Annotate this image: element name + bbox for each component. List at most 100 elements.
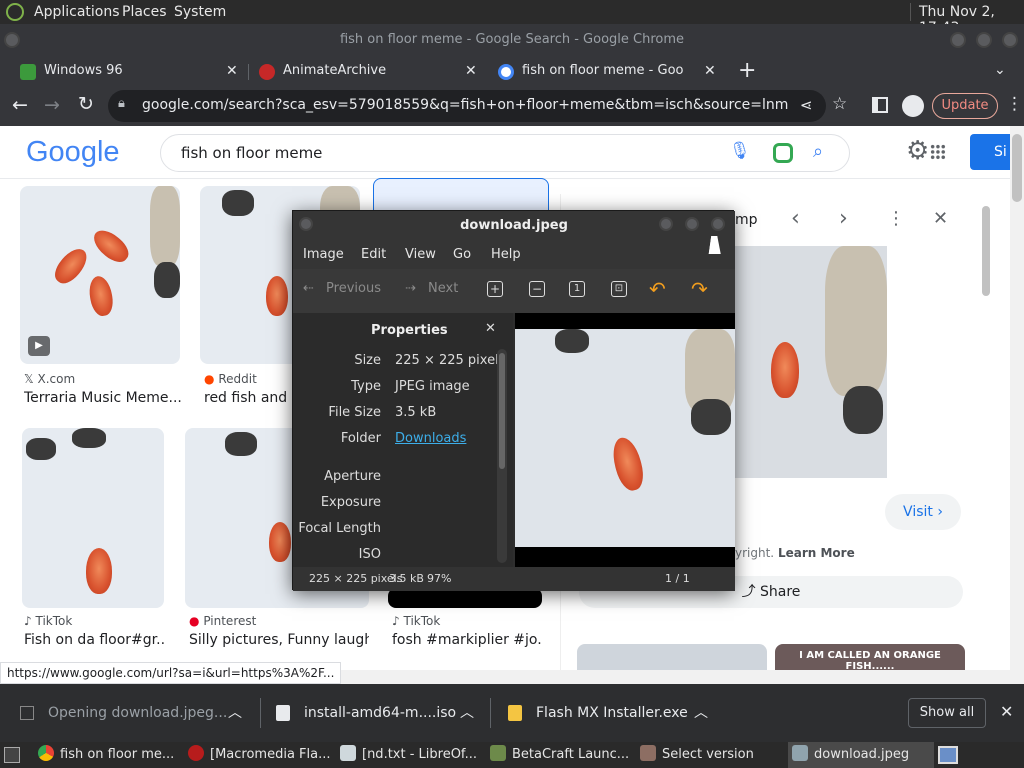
best-fit-icon[interactable]: ⊡	[611, 281, 627, 297]
task-chrome[interactable]: fish on floor me...	[38, 742, 178, 768]
sign-in-button[interactable]: Si	[970, 134, 1010, 170]
panel-scrollbar-thumb[interactable]	[982, 206, 990, 296]
previous-button[interactable]: ⇠ Previous	[303, 281, 381, 296]
workspace-switcher[interactable]	[938, 746, 958, 764]
menu-edit[interactable]: Edit	[361, 247, 386, 262]
menu-applications[interactable]: Applications	[34, 4, 120, 20]
menu-image[interactable]: Image	[303, 247, 344, 262]
result-title[interactable]: Fish on da floor#gr...	[24, 632, 164, 648]
result-title[interactable]: fosh #markiplier #jo...	[392, 632, 542, 648]
menu-view[interactable]: View	[405, 247, 436, 262]
zoom-in-icon[interactable]: +	[487, 281, 503, 297]
bookmark-star-icon[interactable]: ☆	[832, 94, 847, 114]
next-button[interactable]: ⇢ Next	[405, 281, 458, 296]
reload-icon[interactable]: ↻	[78, 93, 94, 115]
chevron-up-icon[interactable]: ︿	[228, 684, 242, 742]
result-thumbnail[interactable]	[388, 588, 542, 608]
viewer-close-button[interactable]	[711, 217, 725, 231]
rotate-left-icon[interactable]: ↶	[649, 277, 666, 301]
close-window-button[interactable]	[1002, 32, 1018, 48]
preview-image[interactable]	[735, 246, 887, 478]
task-select-version[interactable]: Select version	[640, 742, 780, 768]
tab-google-search[interactable]: fish on floor meme - Google S ✕	[490, 56, 726, 86]
tab-search-chevron-icon[interactable]: ⌄	[994, 62, 1006, 78]
search-icon[interactable]: ⌕	[813, 141, 823, 162]
page-scrollbar-track[interactable]	[1010, 126, 1024, 684]
close-tab-icon[interactable]: ✕	[704, 56, 716, 86]
url-text[interactable]: google.com/search?sca_esv=579018559&q=fi…	[142, 97, 788, 113]
update-button[interactable]: Update	[932, 93, 998, 119]
download-item[interactable]: install-amd64-m....iso ︿	[276, 684, 490, 742]
chevron-up-icon[interactable]: ︿	[460, 684, 474, 742]
minimize-button[interactable]	[950, 32, 966, 48]
video-play-icon: ▶	[28, 336, 50, 356]
image-canvas[interactable]	[515, 313, 735, 567]
settings-gear-icon[interactable]: ⚙︎	[906, 136, 929, 166]
viewer-maximize-button[interactable]	[685, 217, 699, 231]
show-desktop-icon[interactable]	[4, 747, 20, 763]
page-scrollbar-thumb[interactable]	[1012, 134, 1022, 202]
property-key: ISO	[358, 547, 381, 562]
close-tab-icon[interactable]: ✕	[465, 56, 477, 86]
search-input[interactable]: fish on floor meme	[181, 144, 322, 162]
search-box[interactable]: fish on floor meme 🎙︎ ⌕	[160, 134, 850, 172]
menu-help[interactable]: Help	[491, 247, 521, 262]
more-menu-icon[interactable]: ⋮	[1006, 94, 1023, 114]
visit-button[interactable]: Visit ›	[885, 494, 961, 530]
more-options-icon[interactable]: ⋮	[887, 208, 905, 229]
chevron-up-icon[interactable]: ︿	[694, 684, 708, 742]
learn-more-link[interactable]: Learn More	[778, 546, 855, 560]
result-thumbnail[interactable]	[22, 428, 164, 608]
menu-system[interactable]: System	[174, 4, 226, 20]
apps-grid-icon[interactable]	[930, 144, 946, 160]
zoom-out-icon[interactable]: −	[529, 281, 545, 297]
google-logo[interactable]: Google	[26, 136, 120, 169]
maximize-button[interactable]	[976, 32, 992, 48]
result-source[interactable]: ♪ TikTok	[24, 614, 72, 628]
result-title[interactable]: Silly pictures, Funny laugh...	[189, 632, 369, 648]
normal-size-icon[interactable]: 1	[569, 281, 585, 297]
close-properties-icon[interactable]: ✕	[485, 321, 496, 336]
viewer-minimize-button[interactable]	[659, 217, 673, 231]
download-item[interactable]: Flash MX Installer.exe ︿	[508, 684, 728, 742]
microphone-icon[interactable]: 🎙︎	[729, 141, 751, 161]
tab-animatearchive[interactable]: AnimateArchive ✕	[259, 56, 481, 86]
menu-go[interactable]: Go	[453, 247, 471, 262]
profile-avatar[interactable]	[902, 95, 924, 117]
google-lens-icon[interactable]	[773, 143, 793, 163]
download-item[interactable]: Opening download.jpeg... ︿	[20, 684, 260, 742]
window-menu-button[interactable]	[4, 32, 20, 48]
share-icon[interactable]: ⋖	[800, 96, 813, 114]
result-thumbnail[interactable]: ▶	[20, 186, 180, 364]
side-panel-icon[interactable]	[872, 97, 888, 113]
folder-link[interactable]: Downloads	[395, 431, 466, 446]
top-panel: Applications Places System Thu Nov 2, 17…	[0, 0, 1024, 36]
back-icon[interactable]: ←	[12, 94, 28, 116]
result-source[interactable]: ● Reddit	[204, 372, 257, 386]
result-title[interactable]: red fish and b	[204, 390, 294, 406]
viewer-menu-button[interactable]	[299, 217, 313, 231]
close-panel-icon[interactable]: ✕	[933, 208, 948, 229]
next-result-icon[interactable]: ›	[839, 206, 848, 231]
menu-places[interactable]: Places	[122, 4, 167, 20]
result-source[interactable]: 𝕏 X.com	[24, 372, 75, 386]
new-tab-button[interactable]: +	[738, 58, 756, 83]
show-all-button[interactable]: Show all	[908, 698, 986, 728]
task-libreoffice[interactable]: [nd.txt - LibreOf...	[340, 742, 480, 768]
task-download-jpeg[interactable]: download.jpeg	[788, 742, 934, 768]
result-source[interactable]: ● Pinterest	[189, 614, 256, 628]
distro-logo-icon[interactable]	[6, 3, 24, 21]
task-macromedia[interactable]: [Macromedia Fla...	[188, 742, 330, 768]
forward-icon[interactable]: →	[44, 94, 60, 116]
properties-scrollbar-thumb[interactable]	[499, 353, 505, 469]
tab-windows96[interactable]: Windows 96 ✕	[20, 56, 242, 86]
close-tab-icon[interactable]: ✕	[226, 56, 238, 86]
rotate-right-icon[interactable]: ↷	[691, 277, 708, 301]
result-source[interactable]: ♪ TikTok	[392, 614, 440, 628]
previous-result-icon[interactable]: ‹	[791, 206, 800, 231]
omnibox[interactable]: 🔒︎ google.com/search?sca_esv=579018559&q…	[108, 90, 826, 122]
result-title[interactable]: Terraria Music Meme...	[24, 390, 182, 406]
task-betacraft[interactable]: BetaCraft Launc...	[490, 742, 630, 768]
flash-favicon-icon	[259, 64, 275, 80]
close-downloads-icon[interactable]: ✕	[1000, 702, 1013, 721]
